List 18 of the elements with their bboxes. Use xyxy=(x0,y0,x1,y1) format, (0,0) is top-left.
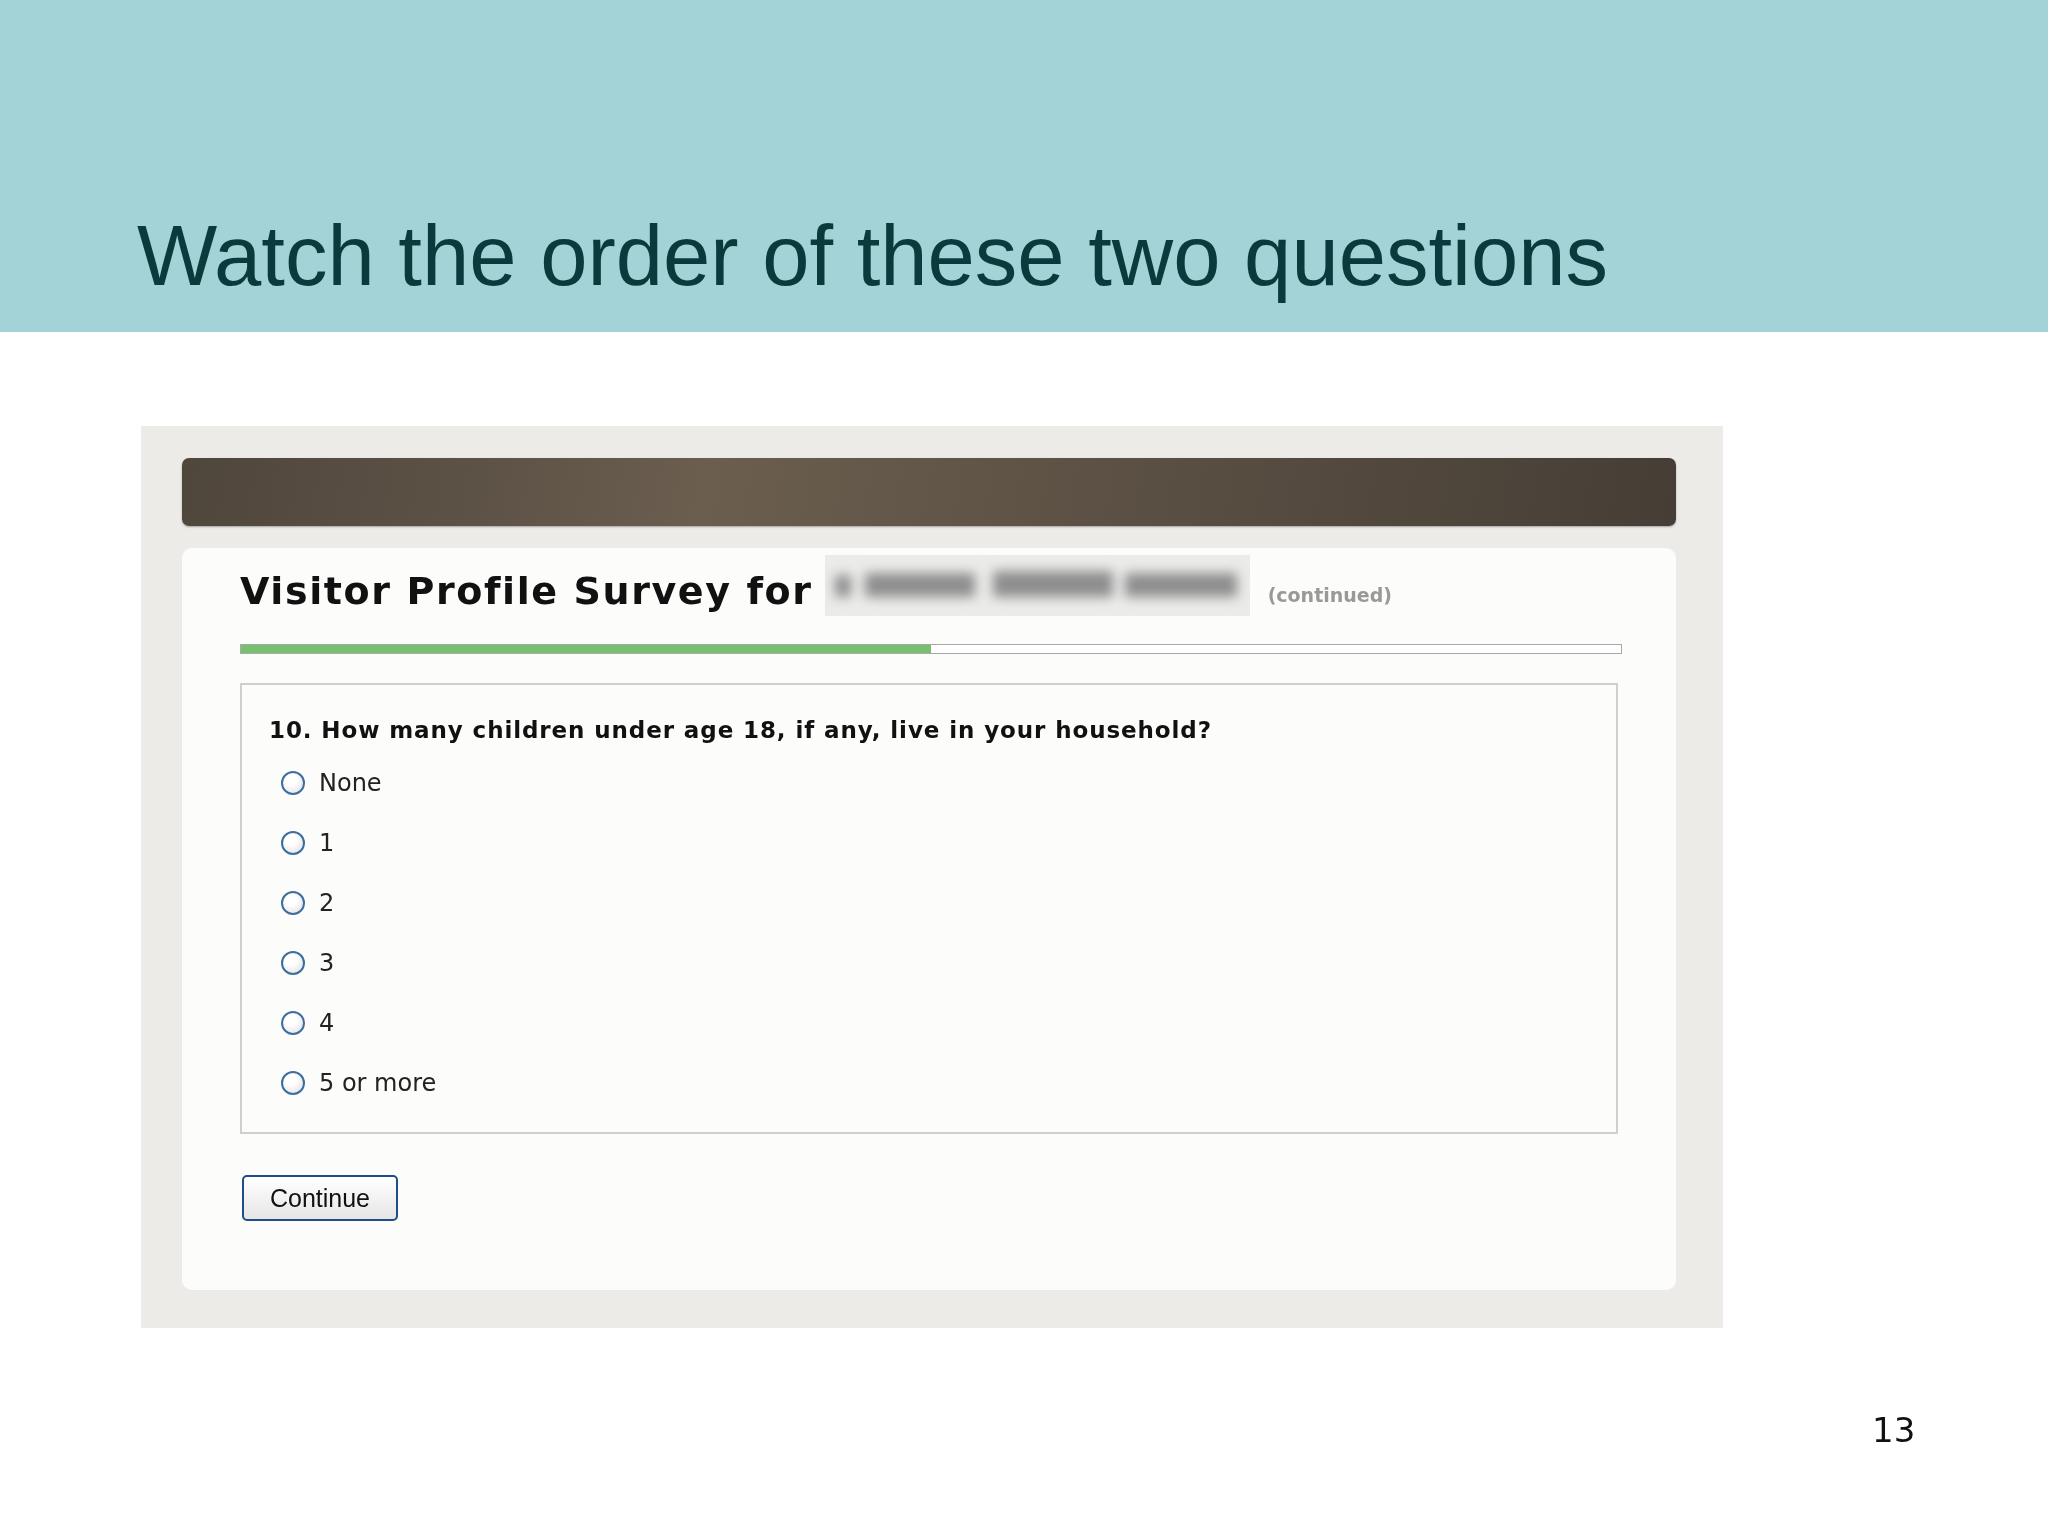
radio-button[interactable] xyxy=(281,831,305,855)
option-label: 5 or more xyxy=(319,1069,437,1097)
radio-button[interactable] xyxy=(281,1071,305,1095)
continued-label: (continued) xyxy=(1267,583,1392,606)
survey-title: Visitor Profile Survey for xyxy=(240,568,813,613)
continue-button[interactable]: Continue xyxy=(242,1175,398,1221)
option-label: 1 xyxy=(319,829,335,857)
option-label: 2 xyxy=(319,889,335,917)
slide-title: Watch the order of these two questions xyxy=(137,208,1608,302)
radio-button[interactable] xyxy=(281,891,305,915)
radio-button[interactable] xyxy=(281,951,305,975)
option-label: None xyxy=(319,769,382,797)
radio-button[interactable] xyxy=(281,771,305,795)
radio-button[interactable] xyxy=(281,1011,305,1035)
option-label: 3 xyxy=(319,949,335,977)
page-number: 13 xyxy=(1872,1410,1916,1450)
question-text: 10. How many children under age 18, if any, live in your household? xyxy=(269,716,1213,744)
option-label: 4 xyxy=(319,1009,335,1037)
